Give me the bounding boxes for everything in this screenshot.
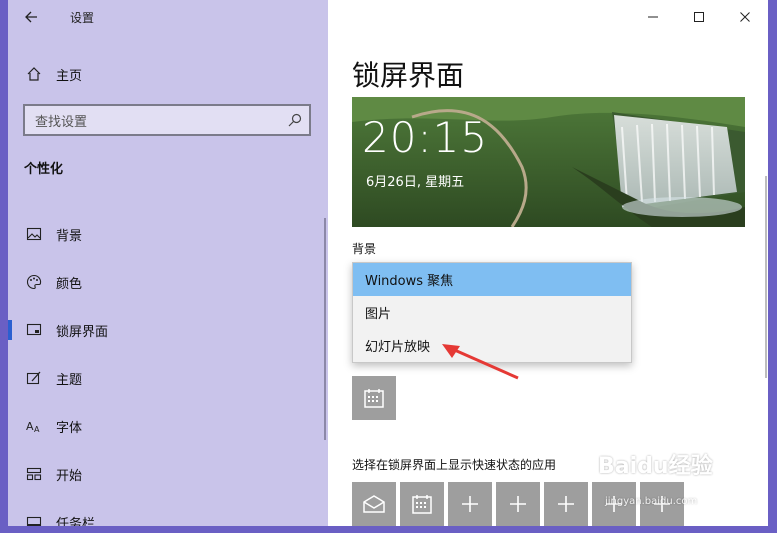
sidebar-item-label: 主页 xyxy=(56,68,83,84)
sidebar-item-label: 锁屏界面 xyxy=(56,324,109,340)
watermark-url: jingyan.baidu.com xyxy=(605,496,698,507)
annotation-arrow-icon xyxy=(442,344,519,380)
sidebar-item-taskbar[interactable]: 任务栏 xyxy=(8,498,328,526)
sidebar: 设置 主页 查找设置 个性化 背景 颜色 锁屏界面 主题 A A 字体 开始 任… xyxy=(8,0,328,526)
search-placeholder: 查找设置 xyxy=(35,114,88,130)
plus-icon xyxy=(510,496,526,512)
calendar-app-tile[interactable] xyxy=(400,482,444,526)
lock-screen-icon xyxy=(24,320,44,340)
mail-app-tile[interactable] xyxy=(352,482,396,526)
mail-icon xyxy=(363,495,385,513)
sidebar-item-label: 字体 xyxy=(56,420,83,436)
add-app-tile[interactable] xyxy=(544,482,588,526)
svg-text:A: A xyxy=(34,425,40,434)
palette-icon xyxy=(24,272,44,292)
sidebar-item-start[interactable]: 开始 xyxy=(8,450,328,498)
search-icon[interactable] xyxy=(287,112,303,128)
sidebar-item-lock-screen[interactable]: 锁屏界面 xyxy=(8,306,328,354)
add-app-tile[interactable] xyxy=(496,482,540,526)
search-input[interactable]: 查找设置 xyxy=(23,104,311,136)
plus-icon xyxy=(558,496,574,512)
calendar-icon xyxy=(364,389,384,408)
sidebar-item-label: 任务栏 xyxy=(56,516,96,527)
quick-status-label: 选择在锁屏界面上显示快速状态的应用 xyxy=(352,458,557,472)
calendar-icon xyxy=(412,495,432,514)
sidebar-item-label: 开始 xyxy=(56,468,83,484)
taskbar-icon xyxy=(24,512,44,526)
lock-screen-preview: 20:15 6月26日, 星期五 xyxy=(352,97,745,227)
watermark-brand: Baidu经验 xyxy=(598,454,713,479)
theme-icon xyxy=(24,368,44,388)
window-controls xyxy=(630,0,768,34)
app-title: 设置 xyxy=(70,10,95,25)
sidebar-item-background[interactable]: 背景 xyxy=(8,210,328,258)
back-arrow-icon xyxy=(25,11,37,23)
section-title: 个性化 xyxy=(24,162,64,177)
dropdown-option-windows-spotlight[interactable]: Windows 聚焦 xyxy=(353,263,631,296)
svg-text:A: A xyxy=(26,420,34,433)
sidebar-item-label: 颜色 xyxy=(56,276,83,292)
plus-icon xyxy=(462,496,478,512)
close-button[interactable] xyxy=(722,0,768,34)
background-label: 背景 xyxy=(352,242,377,256)
sidebar-nav: 背景 颜色 锁屏界面 主题 A A 字体 开始 任务栏 xyxy=(8,210,328,526)
sidebar-item-themes[interactable]: 主题 xyxy=(8,354,328,402)
maximize-icon xyxy=(694,12,704,22)
sidebar-item-label: 背景 xyxy=(56,228,83,244)
maximize-button[interactable] xyxy=(676,0,722,34)
main-scrollbar[interactable] xyxy=(765,176,767,378)
dropdown-option-picture[interactable]: 图片 xyxy=(353,296,631,329)
add-app-tile[interactable] xyxy=(448,482,492,526)
close-icon xyxy=(740,12,750,22)
sidebar-scrollbar[interactable] xyxy=(324,218,326,440)
font-icon: AA xyxy=(24,416,44,436)
home-icon xyxy=(24,64,44,84)
title-bar: 设置 xyxy=(8,0,328,34)
calendar-app-tile[interactable] xyxy=(352,376,396,420)
sidebar-item-label: 主题 xyxy=(56,372,83,388)
sidebar-item-home[interactable]: 主页 xyxy=(8,58,328,90)
back-button[interactable] xyxy=(8,0,54,34)
minimize-button[interactable] xyxy=(630,0,676,34)
start-icon xyxy=(24,464,44,484)
sidebar-item-colors[interactable]: 颜色 xyxy=(8,258,328,306)
minimize-icon xyxy=(648,16,658,18)
preview-time: 20:15 xyxy=(362,113,489,162)
preview-date: 6月26日, 星期五 xyxy=(366,175,465,190)
picture-icon xyxy=(24,224,44,244)
page-title: 锁屏界面 xyxy=(352,59,465,92)
sidebar-item-fonts[interactable]: AA 字体 xyxy=(8,402,328,450)
